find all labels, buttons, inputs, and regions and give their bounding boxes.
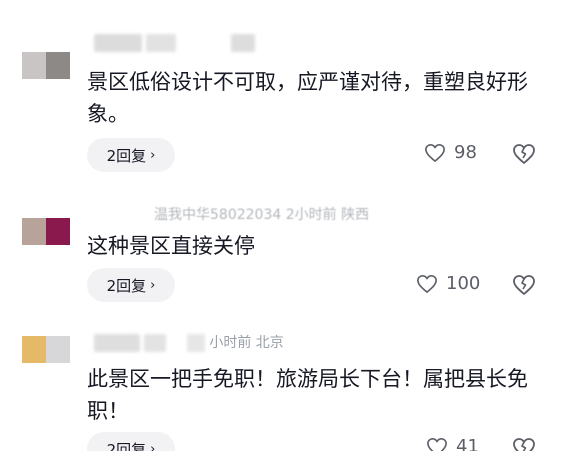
avatar[interactable] (22, 218, 70, 245)
reply-count-button[interactable]: 2回复 › (87, 268, 175, 302)
chevron-right-icon: › (150, 441, 156, 451)
like-button[interactable]: 41 (426, 436, 479, 451)
like-count: 98 (454, 142, 477, 163)
comment-author-meta[interactable]: 温我中华58022034 2小时前 陕西 (154, 204, 369, 224)
reply-count-label: 2回复 (106, 276, 147, 295)
comment-text: 这种景区直接关停 (87, 234, 255, 258)
heart-outline-icon (417, 274, 437, 293)
heart-outline-icon (425, 143, 445, 162)
comment-text: 景区低俗设计不可取，应严谨对待，重塑良好形象。 (87, 70, 528, 126)
comment-text: 此景区一把手免职！旅游局长下台！属把县长免职！ (87, 367, 528, 423)
reply-count-label: 2回复 (106, 440, 147, 451)
comment-author-meta[interactable]: 小时前 北京 (94, 332, 284, 352)
broken-heart-icon (513, 144, 535, 164)
dislike-button[interactable] (512, 274, 538, 298)
dislike-button[interactable] (512, 437, 538, 451)
like-button[interactable]: 100 (416, 273, 480, 294)
heart-outline-icon (427, 437, 447, 451)
chevron-right-icon: › (150, 147, 156, 163)
comment-time-location: 小时前 北京 (209, 335, 284, 351)
like-count: 41 (456, 436, 479, 451)
chevron-right-icon: › (150, 277, 156, 293)
reply-count-label: 2回复 (106, 146, 147, 165)
like-count: 100 (446, 273, 481, 294)
broken-heart-icon (513, 275, 535, 295)
reply-count-button[interactable]: 2回复 › (87, 432, 175, 451)
dislike-button[interactable] (512, 143, 538, 167)
like-button[interactable]: 98 (424, 142, 477, 163)
avatar[interactable] (22, 336, 70, 363)
comment-author-meta[interactable] (94, 34, 255, 52)
avatar[interactable] (22, 52, 70, 79)
broken-heart-icon (513, 438, 535, 451)
reply-count-button[interactable]: 2回复 › (87, 138, 175, 172)
